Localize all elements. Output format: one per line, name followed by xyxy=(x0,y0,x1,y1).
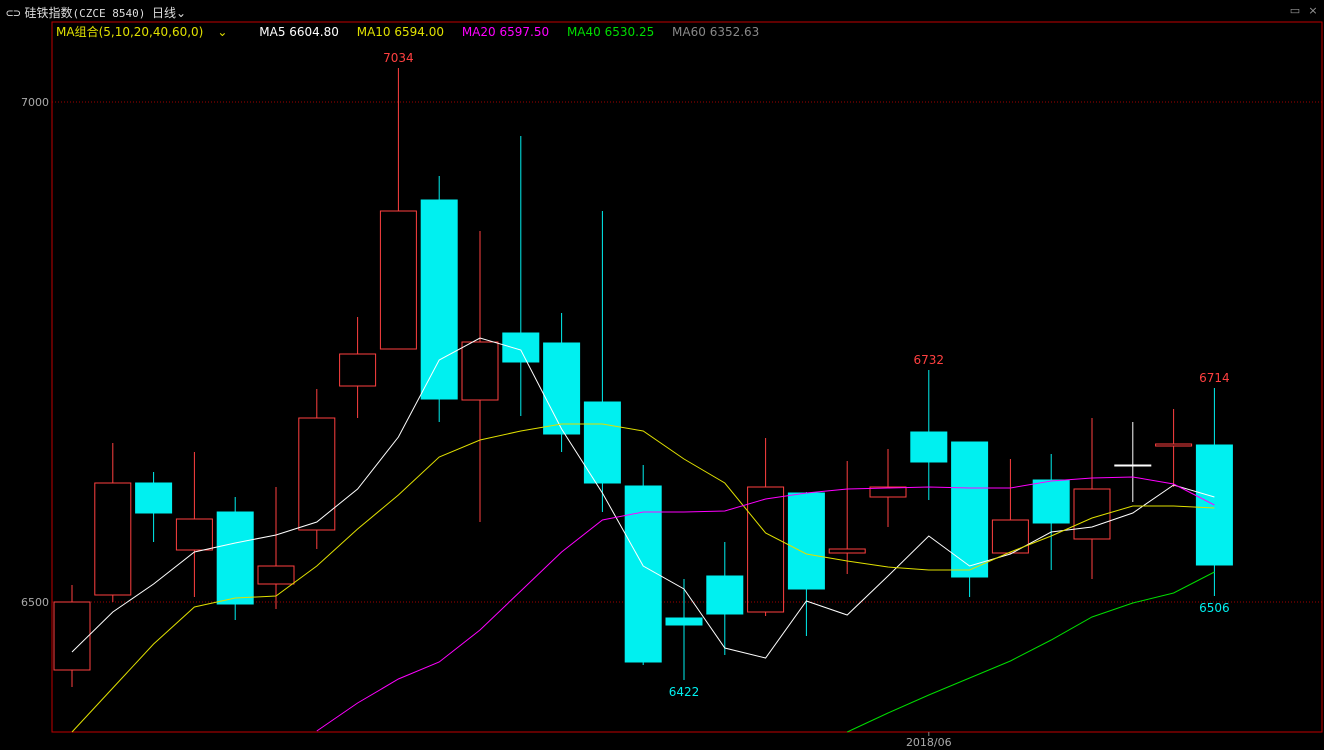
y-tick-label: 6500 xyxy=(21,596,49,609)
candle-body-up xyxy=(828,548,866,554)
candle-body-down xyxy=(706,575,744,615)
price-annotation: 6732 xyxy=(914,353,945,367)
candle-body-up xyxy=(991,519,1029,554)
price-annotation: 6422 xyxy=(669,685,700,699)
price-annotation: 6506 xyxy=(1199,601,1230,615)
candle-body-down xyxy=(1114,464,1152,467)
ma-line-ma40 xyxy=(846,571,1215,733)
candle-body-up xyxy=(461,341,499,401)
candle-body-up xyxy=(175,518,213,551)
candle-body-down xyxy=(910,431,948,463)
x-tick-label: 2018/06 xyxy=(906,736,952,749)
candle-body-down xyxy=(543,342,581,435)
candle-body-up xyxy=(94,482,132,596)
candle-body-down xyxy=(135,482,173,514)
candle-body-down xyxy=(1032,479,1070,524)
price-annotation: 6714 xyxy=(1199,371,1230,385)
candle-body-up xyxy=(53,601,91,671)
ma-line-ma20 xyxy=(316,476,1215,732)
candle-body-up xyxy=(339,353,377,387)
candle-body-down xyxy=(665,617,703,626)
y-tick-label: 7000 xyxy=(21,96,49,109)
candle-body-up xyxy=(257,565,295,585)
price-annotation: 7034 xyxy=(383,51,414,65)
candle-body-up xyxy=(298,417,336,531)
candle-body-down xyxy=(502,332,540,363)
candle-body-down xyxy=(583,401,621,484)
candle-body-up xyxy=(379,210,417,350)
candle-body-down xyxy=(787,492,825,590)
candlestick-chart[interactable]: 6500 7000 2018/06 7034 6422 6732 6714 6506 xyxy=(0,0,1324,750)
candle-body-up xyxy=(1155,443,1193,447)
candle-body-down xyxy=(216,511,254,605)
candle-body-down xyxy=(420,199,458,400)
candle-body-up xyxy=(747,486,785,613)
